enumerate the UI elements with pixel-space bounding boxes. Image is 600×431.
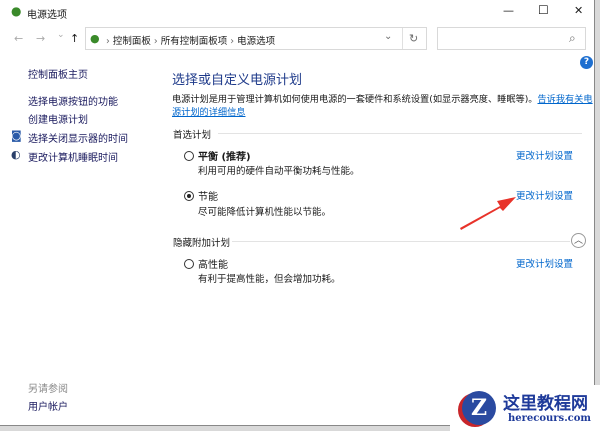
watermark: Z 这里教程网 herecours.com	[450, 385, 600, 431]
watermark-url: herecours.com	[508, 413, 592, 424]
watermark-logo-icon: Z	[462, 391, 496, 425]
red-arrow-annotation	[460, 197, 516, 230]
watermark-title: 这里教程网	[503, 394, 588, 414]
arrow-icon	[460, 197, 516, 230]
